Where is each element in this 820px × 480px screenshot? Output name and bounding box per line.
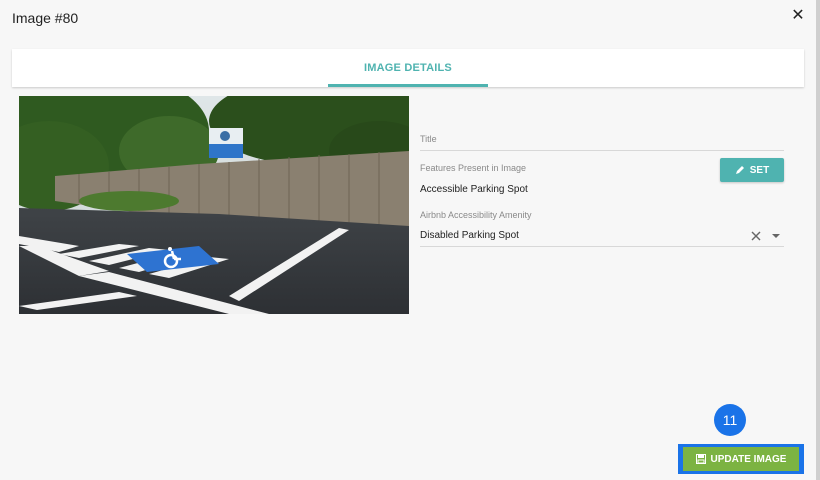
save-icon	[695, 454, 706, 464]
title-input[interactable]	[420, 140, 784, 150]
clear-icon[interactable]	[750, 230, 762, 242]
image-details-form: Title Features Present in Image Accessib…	[420, 96, 784, 266]
chevron-down-icon[interactable]	[772, 234, 780, 238]
tab-label: IMAGE DETAILS	[364, 62, 452, 74]
dialog-edge	[816, 0, 820, 480]
step-badge: 11	[714, 404, 746, 436]
set-features-button[interactable]: SET	[720, 158, 784, 182]
close-icon[interactable]: ✕	[790, 8, 806, 24]
amenity-select-value[interactable]: Disabled Parking Spot	[420, 230, 519, 241]
amenity-underline	[420, 246, 784, 247]
parking-photo	[19, 96, 409, 314]
features-value: Accessible Parking Spot	[420, 184, 528, 195]
active-tab-indicator	[328, 84, 488, 87]
features-label: Features Present in Image	[420, 163, 527, 173]
tab-image-details[interactable]: IMAGE DETAILS	[328, 49, 488, 87]
dialog-header: Image #80 ✕	[0, 0, 820, 36]
amenity-label: Airbnb Accessibility Amenity	[420, 210, 532, 220]
set-button-label: SET	[749, 164, 770, 176]
title-underline	[420, 150, 784, 151]
update-button-label: UPDATE IMAGE	[710, 453, 787, 465]
update-image-button[interactable]: UPDATE IMAGE	[683, 447, 799, 471]
pencil-icon	[735, 166, 744, 174]
dialog-title: Image #80	[12, 10, 79, 26]
tab-bar: IMAGE DETAILS	[12, 49, 804, 87]
